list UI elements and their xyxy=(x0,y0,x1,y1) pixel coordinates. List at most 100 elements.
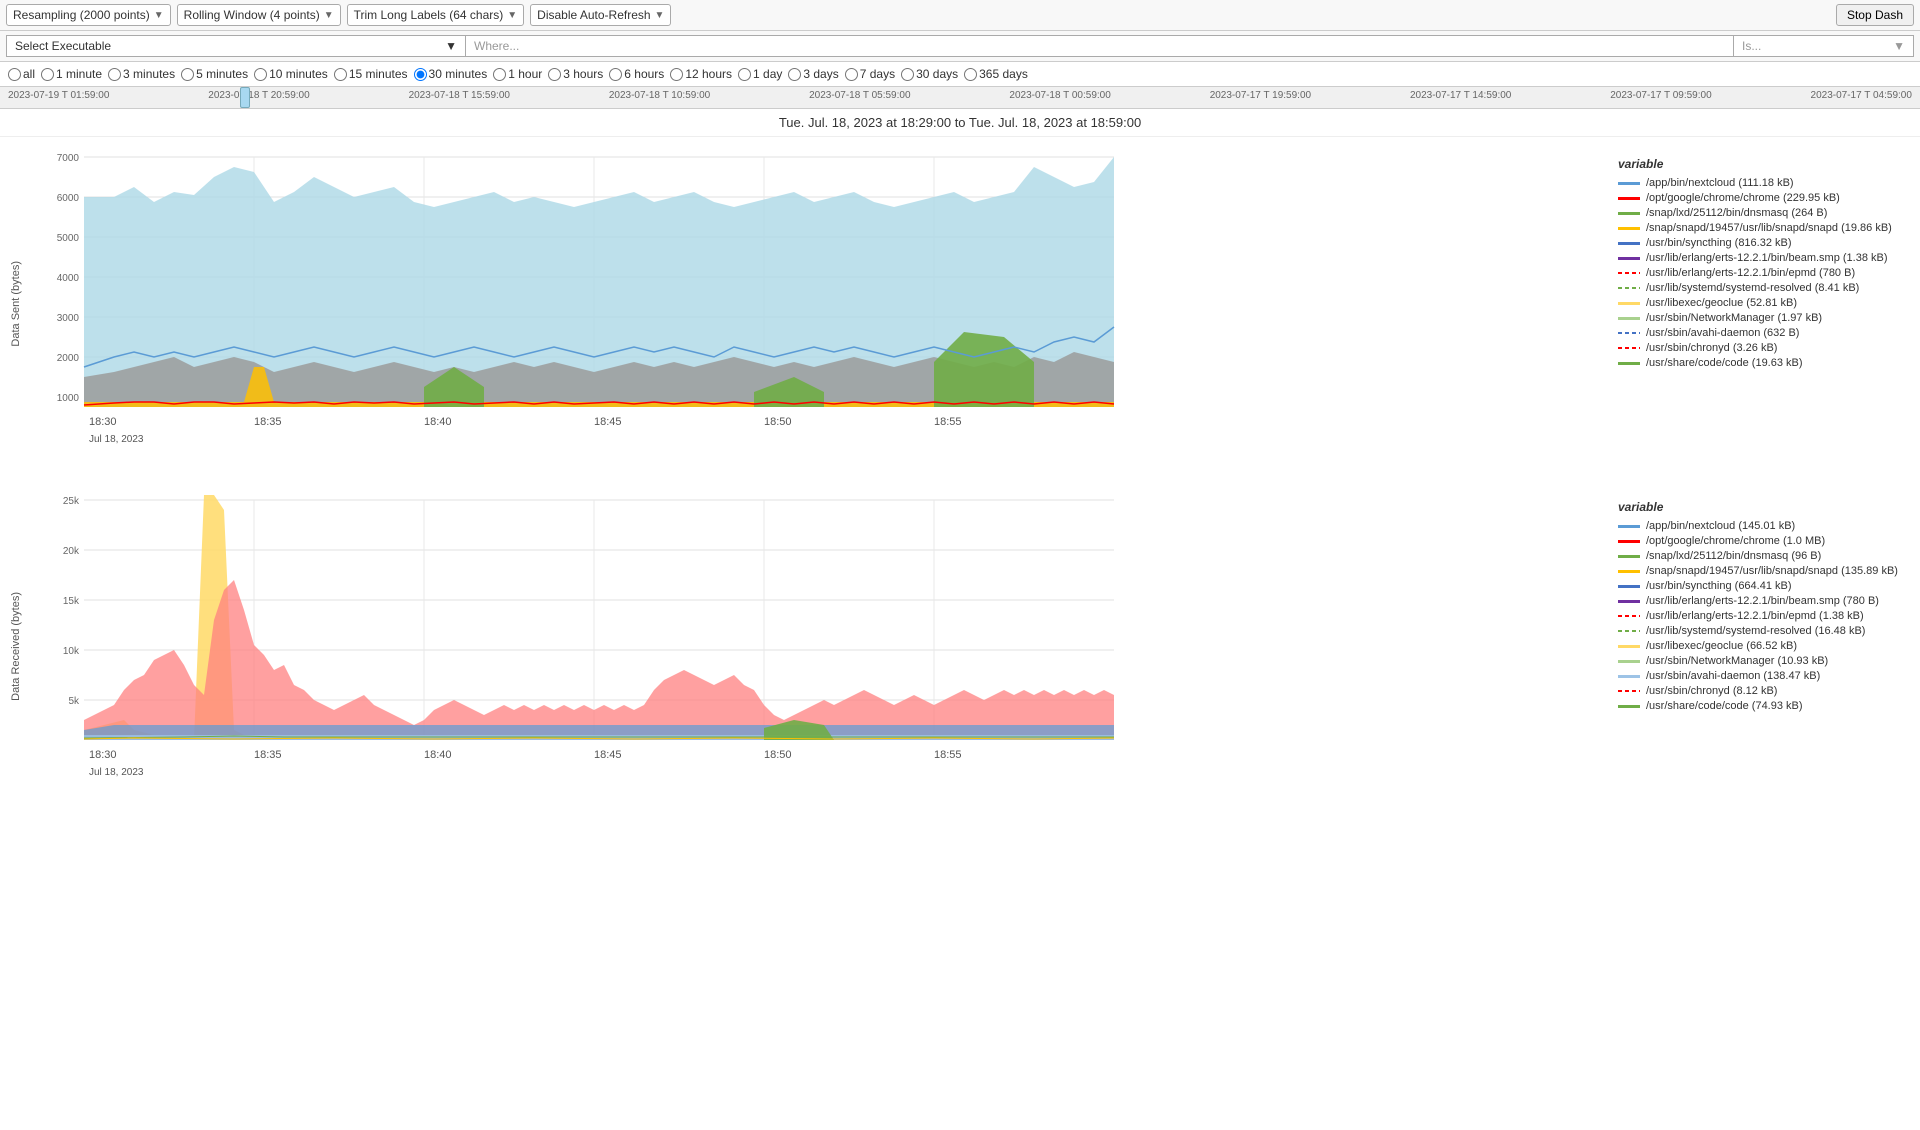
time-1hr[interactable]: 1 hour xyxy=(493,67,542,81)
legend-label: /snap/snapd/19457/usr/lib/snapd/snapd (1… xyxy=(1646,565,1898,577)
chart1-legend-title: variable xyxy=(1618,157,1912,171)
radio-1hr[interactable] xyxy=(493,68,506,81)
chart1-y-axis-wrap: Data Sent (bytes) xyxy=(10,147,34,460)
resampling-dropdown[interactable]: Resampling (2000 points) ▼ xyxy=(6,4,171,26)
radio-6hr[interactable] xyxy=(609,68,622,81)
legend-label: /usr/lib/systemd/systemd-resolved (16.48… xyxy=(1646,625,1865,637)
legend-color-swatch xyxy=(1618,585,1640,588)
time-12hr[interactable]: 12 hours xyxy=(670,67,732,81)
legend-item: /usr/sbin/chronyd (8.12 kB) xyxy=(1618,685,1912,697)
svg-text:5000: 5000 xyxy=(57,233,80,244)
legend-item: /opt/google/chrome/chrome (1.0 MB) xyxy=(1618,535,1912,547)
time-3day[interactable]: 3 days xyxy=(788,67,838,81)
svg-text:18:45: 18:45 xyxy=(594,749,622,761)
time-6hr[interactable]: 6 hours xyxy=(609,67,664,81)
radio-10min[interactable] xyxy=(254,68,267,81)
legend-item: /snap/snapd/19457/usr/lib/snapd/snapd (1… xyxy=(1618,222,1912,234)
legend-color-swatch xyxy=(1618,630,1640,632)
legend-label: /usr/sbin/avahi-daemon (138.47 kB) xyxy=(1646,670,1820,682)
svg-text:18:55: 18:55 xyxy=(934,749,962,761)
radio-5min[interactable] xyxy=(181,68,194,81)
legend-item: /usr/lib/erlang/erts-12.2.1/bin/beam.smp… xyxy=(1618,252,1912,264)
chart1-y-label: Data Sent (bytes) xyxy=(10,261,30,347)
legend-label: /usr/sbin/chronyd (8.12 kB) xyxy=(1646,685,1777,697)
svg-text:18:55: 18:55 xyxy=(934,416,962,428)
svg-text:25k: 25k xyxy=(63,496,80,507)
radio-365day[interactable] xyxy=(964,68,977,81)
chart2-area: 25k 20k 15k 10k 5k 18:30 xyxy=(34,490,1610,803)
legend-color-swatch xyxy=(1618,317,1640,320)
rolling-window-dropdown[interactable]: Rolling Window (4 points) ▼ xyxy=(177,4,341,26)
time-1day[interactable]: 1 day xyxy=(738,67,782,81)
time-7day[interactable]: 7 days xyxy=(845,67,895,81)
radio-12hr[interactable] xyxy=(670,68,683,81)
legend-item: /usr/sbin/NetworkManager (1.97 kB) xyxy=(1618,312,1912,324)
radio-7day[interactable] xyxy=(845,68,858,81)
radio-30day[interactable] xyxy=(901,68,914,81)
legend-color-swatch xyxy=(1618,257,1640,260)
legend-label: /opt/google/chrome/chrome (1.0 MB) xyxy=(1646,535,1825,547)
legend-label: /usr/share/code/code (19.63 kB) xyxy=(1646,357,1803,369)
chart1-section: Data Sent (bytes) 7000 6000 5000 4000 30… xyxy=(0,137,1920,470)
legend-label: /snap/snapd/19457/usr/lib/snapd/snapd (1… xyxy=(1646,222,1892,234)
radio-15min[interactable] xyxy=(334,68,347,81)
timeline-scrubber[interactable]: 2023-07-19 T 01:59:00 2023-07-18 T 20:59… xyxy=(0,87,1920,109)
legend-item: /snap/lxd/25112/bin/dnsmasq (96 B) xyxy=(1618,550,1912,562)
radio-3hr[interactable] xyxy=(548,68,561,81)
trim-labels-dropdown[interactable]: Trim Long Labels (64 chars) ▼ xyxy=(347,4,525,26)
legend-item: /usr/bin/syncthing (816.32 kB) xyxy=(1618,237,1912,249)
rolling-arrow: ▼ xyxy=(324,10,334,21)
where-placeholder: Where... xyxy=(474,39,519,53)
legend-color-swatch xyxy=(1618,540,1640,543)
legend-color-swatch xyxy=(1618,212,1640,215)
autorefresh-dropdown[interactable]: Disable Auto-Refresh ▼ xyxy=(530,4,671,26)
tl-8: 2023-07-17 T 09:59:00 xyxy=(1610,90,1711,101)
radio-all[interactable] xyxy=(8,68,21,81)
radio-1min[interactable] xyxy=(41,68,54,81)
radio-3min[interactable] xyxy=(108,68,121,81)
radio-1day[interactable] xyxy=(738,68,751,81)
legend-color-swatch xyxy=(1618,660,1640,663)
legend-item: /usr/lib/erlang/erts-12.2.1/bin/beam.smp… xyxy=(1618,595,1912,607)
legend-color-swatch xyxy=(1618,302,1640,305)
radio-30min[interactable] xyxy=(414,68,427,81)
time-30min[interactable]: 30 minutes xyxy=(414,67,488,81)
radio-3day[interactable] xyxy=(788,68,801,81)
time-365day[interactable]: 365 days xyxy=(964,67,1028,81)
legend-label: /usr/lib/erlang/erts-12.2.1/bin/epmd (78… xyxy=(1646,267,1855,279)
tl-5: 2023-07-18 T 00:59:00 xyxy=(1009,90,1110,101)
legend-label: /usr/lib/erlang/erts-12.2.1/bin/epmd (1.… xyxy=(1646,610,1864,622)
is-placeholder: Is... xyxy=(1742,39,1761,53)
svg-text:18:30: 18:30 xyxy=(89,749,117,761)
chart2-legend: variable /app/bin/nextcloud (145.01 kB) /… xyxy=(1610,490,1920,803)
time-all[interactable]: all xyxy=(8,67,35,81)
tl-2: 2023-07-18 T 15:59:00 xyxy=(409,90,510,101)
date-range-banner: Tue. Jul. 18, 2023 at 18:29:00 to Tue. J… xyxy=(0,109,1920,137)
autorefresh-label: Disable Auto-Refresh xyxy=(537,8,650,22)
executable-filter[interactable]: Select Executable ▼ xyxy=(6,35,466,57)
legend-color-swatch xyxy=(1618,525,1640,528)
legend-label: /usr/sbin/chronyd (3.26 kB) xyxy=(1646,342,1777,354)
time-10min[interactable]: 10 minutes xyxy=(254,67,328,81)
time-1min[interactable]: 1 minute xyxy=(41,67,102,81)
where-filter[interactable]: Where... xyxy=(466,35,1734,57)
time-15min[interactable]: 15 minutes xyxy=(334,67,408,81)
legend-color-swatch xyxy=(1618,690,1640,692)
tl-9: 2023-07-17 T 04:59:00 xyxy=(1811,90,1912,101)
legend-color-swatch xyxy=(1618,675,1640,678)
time-30day[interactable]: 30 days xyxy=(901,67,958,81)
legend-item: /snap/lxd/25112/bin/dnsmasq (264 B) xyxy=(1618,207,1912,219)
legend-item: /app/bin/nextcloud (145.01 kB) xyxy=(1618,520,1912,532)
legend-label: /usr/lib/erlang/erts-12.2.1/bin/beam.smp… xyxy=(1646,595,1879,607)
chart2-legend-title: variable xyxy=(1618,500,1912,514)
stop-dash-button[interactable]: Stop Dash xyxy=(1836,4,1914,26)
timeline-thumb[interactable] xyxy=(240,87,250,108)
legend-label: /app/bin/nextcloud (145.01 kB) xyxy=(1646,520,1795,532)
time-3hr[interactable]: 3 hours xyxy=(548,67,603,81)
chart1-area: 7000 6000 5000 4000 3000 2000 1000 xyxy=(34,147,1610,460)
time-5min[interactable]: 5 minutes xyxy=(181,67,248,81)
time-3min[interactable]: 3 minutes xyxy=(108,67,175,81)
legend-item: /usr/lib/erlang/erts-12.2.1/bin/epmd (1.… xyxy=(1618,610,1912,622)
is-filter[interactable]: Is... ▼ xyxy=(1734,35,1914,57)
date-range-text: Tue. Jul. 18, 2023 at 18:29:00 to Tue. J… xyxy=(779,115,1141,130)
